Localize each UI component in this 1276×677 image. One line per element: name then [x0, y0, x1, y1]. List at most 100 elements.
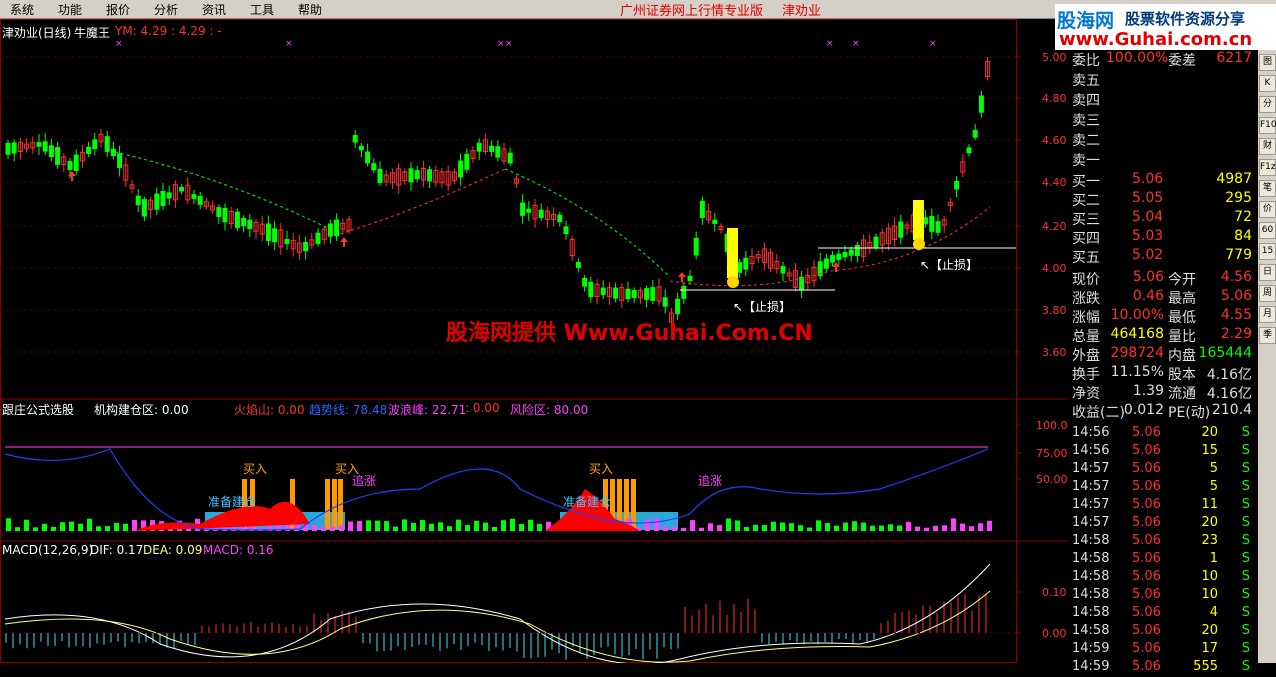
buy-price: 5.04 — [1132, 209, 1164, 225]
toolbar-button[interactable]: 分 — [1259, 96, 1276, 113]
tick-volume: 20 — [1201, 623, 1218, 638]
signal-bar — [913, 200, 924, 240]
candle-body — [154, 193, 160, 210]
tick-side: S — [1241, 461, 1250, 476]
toolbar-button[interactable]: 月 — [1259, 306, 1276, 323]
menu-system[interactable]: 系统 — [10, 1, 34, 18]
stat-value-2: 210.4 — [1211, 402, 1252, 418]
volume-bar — [60, 522, 65, 531]
volume-bar — [825, 523, 830, 531]
volume-bar — [15, 527, 20, 531]
candle-body — [408, 168, 414, 183]
volume-bar — [852, 521, 857, 531]
candle-body — [11, 142, 17, 154]
tick-volume: 10 — [1201, 587, 1218, 602]
buy-label: 买五 — [1072, 250, 1100, 266]
menu-function[interactable]: 功能 — [58, 1, 82, 18]
chart-area[interactable]: 5.00 4.80 4.60 4.40 4.20 4.00 3.80 3.60 100.0 75.… — [0, 19, 1068, 665]
candle-body — [160, 190, 166, 207]
side-toolbar: 图 K 分 F10 财 F1z 笔价 60 15 日周月季 — [1258, 50, 1276, 663]
volume-bar — [708, 523, 713, 531]
ind2-item-5: 风险区: 80.00 — [510, 403, 589, 417]
tick-volume: 10 — [1201, 569, 1218, 584]
tick-row: 14:58 5.06 1 S — [1072, 551, 1252, 569]
volume-bar — [717, 525, 722, 531]
tick-time: 14:58 — [1072, 623, 1110, 638]
toolbar-button[interactable]: F1z — [1259, 159, 1276, 176]
stat-value-2: 4.16亿 — [1206, 367, 1252, 383]
tick-side: S — [1241, 443, 1250, 458]
candle-body — [699, 200, 705, 219]
toolbar-button[interactable]: 日 — [1259, 264, 1276, 281]
stat-value-1: 1.39 — [1132, 383, 1164, 399]
stat-value-1: 5.06 — [1132, 269, 1164, 285]
menu-info[interactable]: 资讯 — [202, 1, 226, 18]
tick-row: 14:58 5.06 10 S — [1072, 569, 1252, 587]
volume-bar — [645, 519, 650, 531]
tick-volume: 555 — [1193, 659, 1218, 674]
tick-price: 5.06 — [1132, 425, 1161, 440]
toolbar-button[interactable]: 15 — [1259, 243, 1276, 260]
volume-bar — [330, 526, 335, 531]
tick-time: 14:58 — [1072, 587, 1110, 602]
tick-time: 14:58 — [1072, 569, 1110, 584]
candle-body — [352, 135, 358, 143]
candle-body — [687, 275, 693, 282]
volume-bar — [987, 520, 992, 531]
toolbar-button[interactable]: 财 — [1259, 138, 1276, 155]
candle-body — [36, 142, 42, 147]
candle-body — [588, 281, 594, 298]
toolbar-button[interactable]: 季 — [1259, 327, 1276, 344]
candle-body — [978, 95, 984, 113]
menu-tools[interactable]: 工具 — [250, 1, 274, 18]
candle-body — [216, 207, 222, 217]
volume-bar — [339, 525, 344, 531]
buy-row: 买四 5.03 84 — [1072, 228, 1252, 247]
menu-quote[interactable]: 报价 — [106, 1, 130, 18]
toolbar-button[interactable]: 价 — [1259, 201, 1276, 218]
menu-help[interactable]: 帮助 — [298, 1, 322, 18]
price-axis-label: 3.80 — [1042, 304, 1067, 317]
candle-body — [966, 147, 972, 154]
volume-bar — [438, 522, 443, 531]
stat-label-1: 外盘 — [1072, 348, 1100, 364]
candle-body — [241, 217, 247, 227]
candle-body — [520, 202, 526, 216]
buy-label: 买四 — [1072, 231, 1100, 247]
tick-row: 14:58 5.06 20 S — [1072, 623, 1252, 641]
volume-bar — [456, 519, 461, 531]
stat-row: 收益(二) 0.012 PE(动) 210.4 — [1072, 402, 1252, 421]
stat-label-1: 总量 — [1072, 329, 1100, 345]
volume-bar — [843, 522, 848, 531]
volume-bar — [429, 523, 434, 531]
candle-body — [247, 219, 253, 230]
candle-body — [92, 139, 98, 150]
stat-row: 涨幅 10.00% 最低 4.55 — [1072, 307, 1252, 326]
volume-bar — [951, 518, 956, 531]
stat-label-2: 今开 — [1168, 272, 1196, 288]
menu-analysis[interactable]: 分析 — [154, 1, 178, 18]
buy-volume: 4987 — [1216, 171, 1252, 187]
buy-row: 买一 5.06 4987 — [1072, 171, 1252, 190]
toolbar-button[interactable]: K — [1259, 75, 1276, 92]
candle-body — [693, 237, 699, 256]
volume-bar — [762, 525, 767, 531]
toolbar-button[interactable]: 笔 — [1259, 180, 1276, 197]
toolbar-button[interactable]: F10 — [1259, 117, 1276, 134]
chase-label-1: 追涨 — [352, 474, 377, 488]
stat-row: 换手 11.15% 股本 4.16亿 — [1072, 364, 1252, 383]
toolbar-button[interactable]: 60 — [1259, 222, 1276, 239]
candle-body — [191, 194, 197, 199]
ind-axis-label: 100.0 — [1036, 419, 1068, 432]
tick-price: 5.06 — [1132, 641, 1161, 656]
tick-price: 5.06 — [1132, 515, 1161, 530]
toolbar-button[interactable]: 周 — [1259, 285, 1276, 302]
toolbar-button[interactable]: 图 — [1259, 54, 1276, 71]
macd-macd: MACD: 0.16 — [203, 543, 274, 557]
stat-label-2: PE(动) — [1168, 405, 1211, 421]
tick-price: 5.06 — [1132, 479, 1161, 494]
candle-body — [179, 186, 185, 192]
logo-line2: www.Guhai.com.cn — [1059, 29, 1253, 50]
volume-bar — [537, 523, 542, 531]
macd-dif: DIF: 0.17 — [90, 543, 144, 557]
